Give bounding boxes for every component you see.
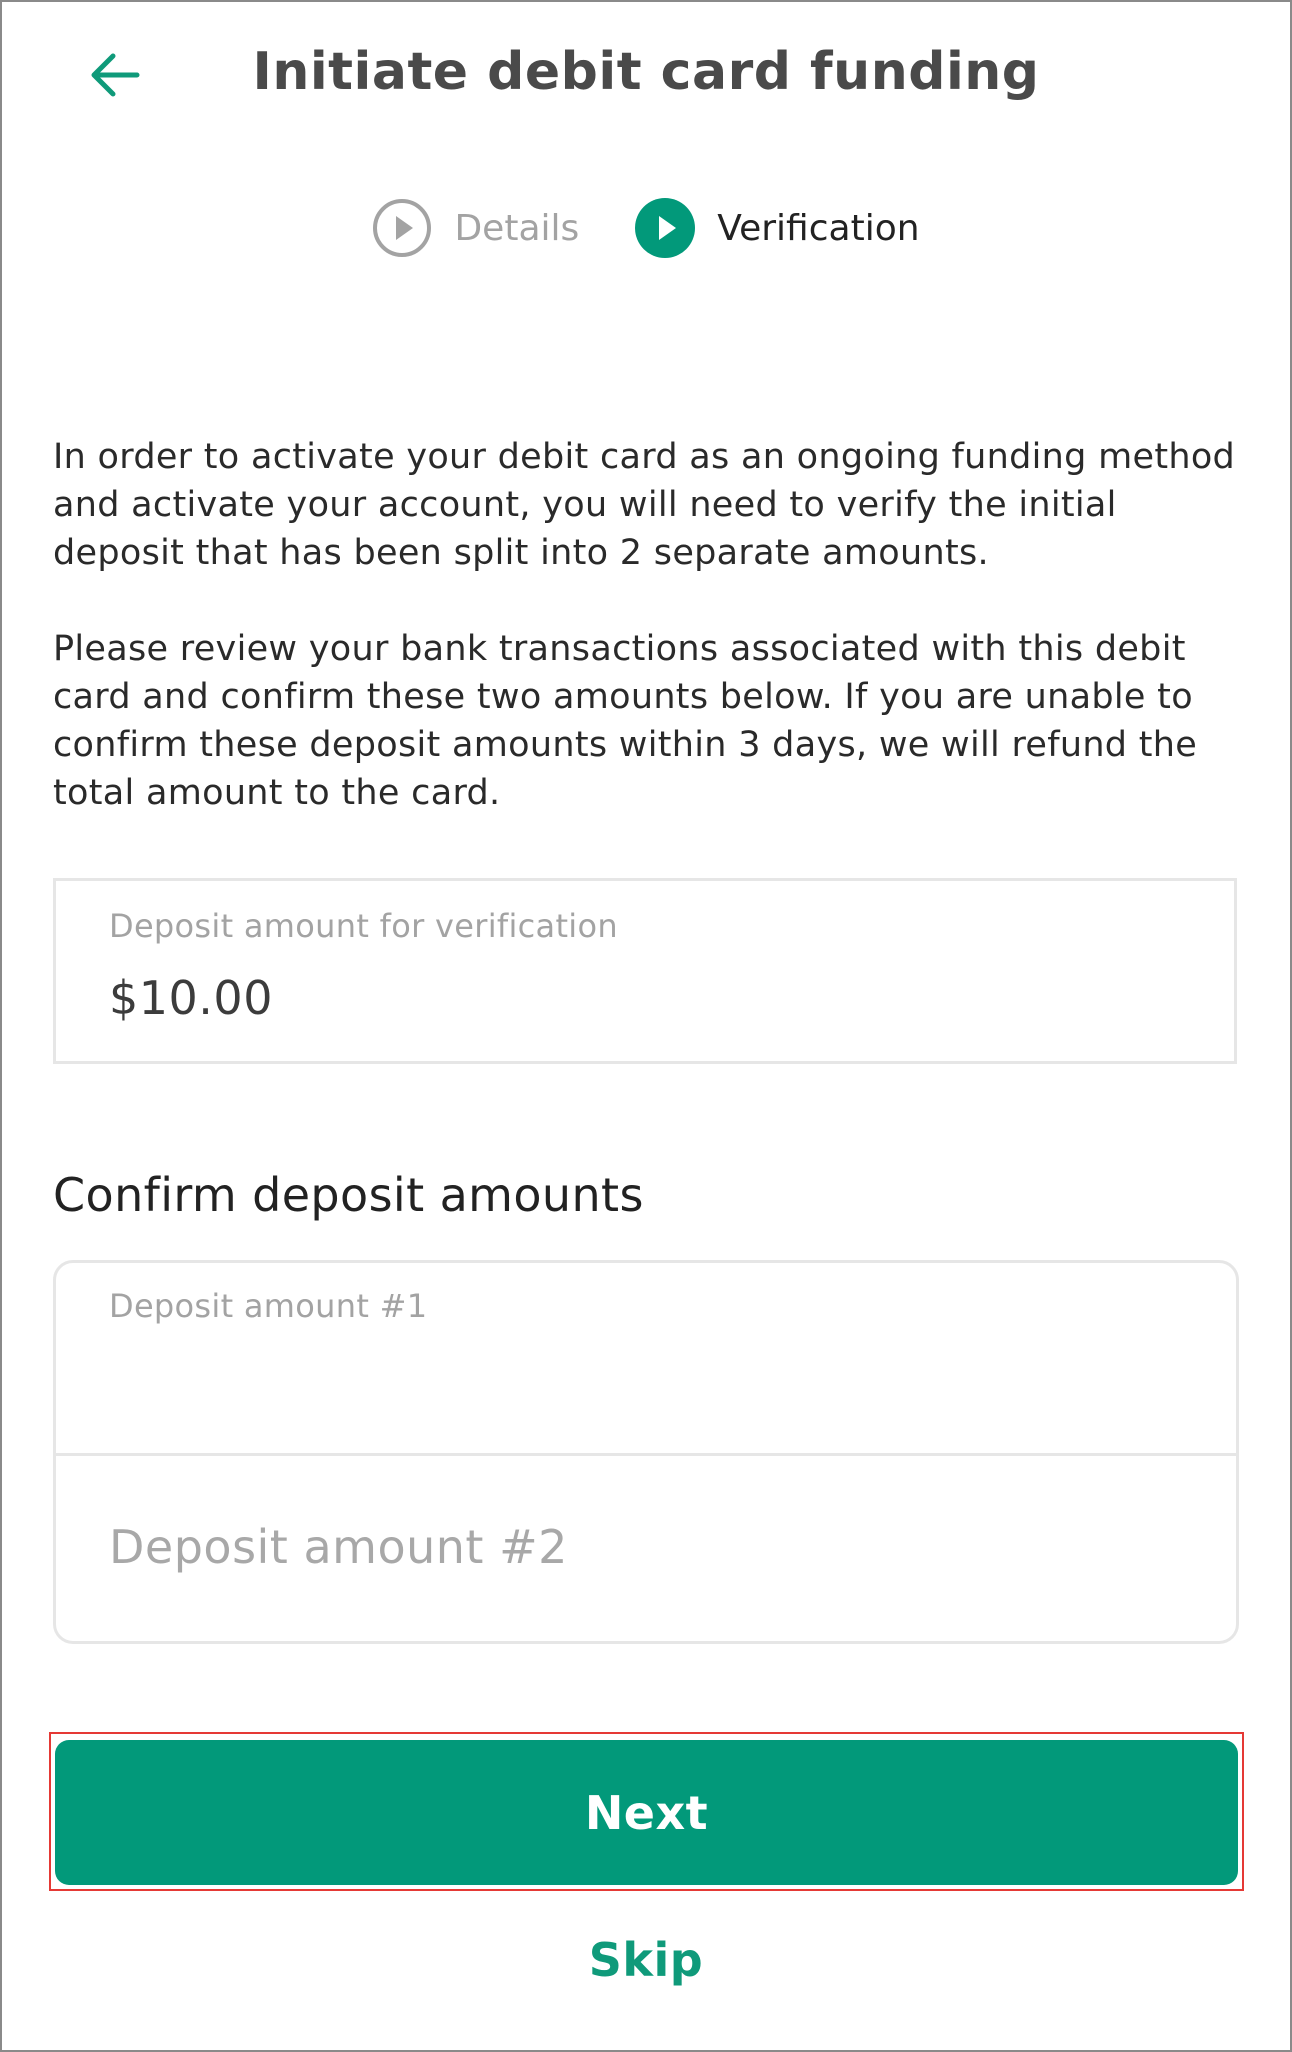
step-label-verification: Verification xyxy=(717,207,920,249)
stepper: Details Verification xyxy=(2,198,1290,258)
skip-link[interactable]: Skip xyxy=(2,1933,1290,1987)
header: Initiate debit card funding xyxy=(2,2,1290,152)
play-circle-filled-icon xyxy=(635,198,696,258)
step-label-details: Details xyxy=(454,207,580,249)
intro-paragraph-1: In order to activate your debit card as … xyxy=(53,437,1236,573)
verification-deposit-field: Deposit amount for verification $10.00 xyxy=(53,878,1237,1064)
deposit-amount-2-input[interactable] xyxy=(109,1517,1169,1577)
verification-deposit-label: Deposit amount for verification xyxy=(109,907,618,945)
step-verification[interactable]: Verification xyxy=(635,198,920,258)
confirm-section-title: Confirm deposit amounts xyxy=(53,1168,644,1222)
step-details[interactable]: Details xyxy=(372,198,579,258)
deposit-amount-1-input[interactable] xyxy=(109,1353,1169,1407)
deposit-amount-1-label: Deposit amount #1 xyxy=(109,1287,428,1325)
deposit-amount-1-cell: Deposit amount #1 xyxy=(56,1263,1236,1456)
verification-deposit-value: $10.00 xyxy=(109,971,273,1025)
page-title: Initiate debit card funding xyxy=(252,42,1040,102)
intro-paragraph-2: Please review your bank transactions ass… xyxy=(53,629,1198,813)
next-button[interactable]: Next xyxy=(55,1740,1238,1885)
play-circle-outline-icon xyxy=(373,199,432,257)
screen: Initiate debit card funding Details Veri… xyxy=(0,0,1292,2052)
deposit-amount-2-cell xyxy=(56,1453,1236,1641)
next-button-highlight: Next xyxy=(49,1732,1244,1891)
deposit-inputs-group: Deposit amount #1 xyxy=(53,1260,1239,1644)
